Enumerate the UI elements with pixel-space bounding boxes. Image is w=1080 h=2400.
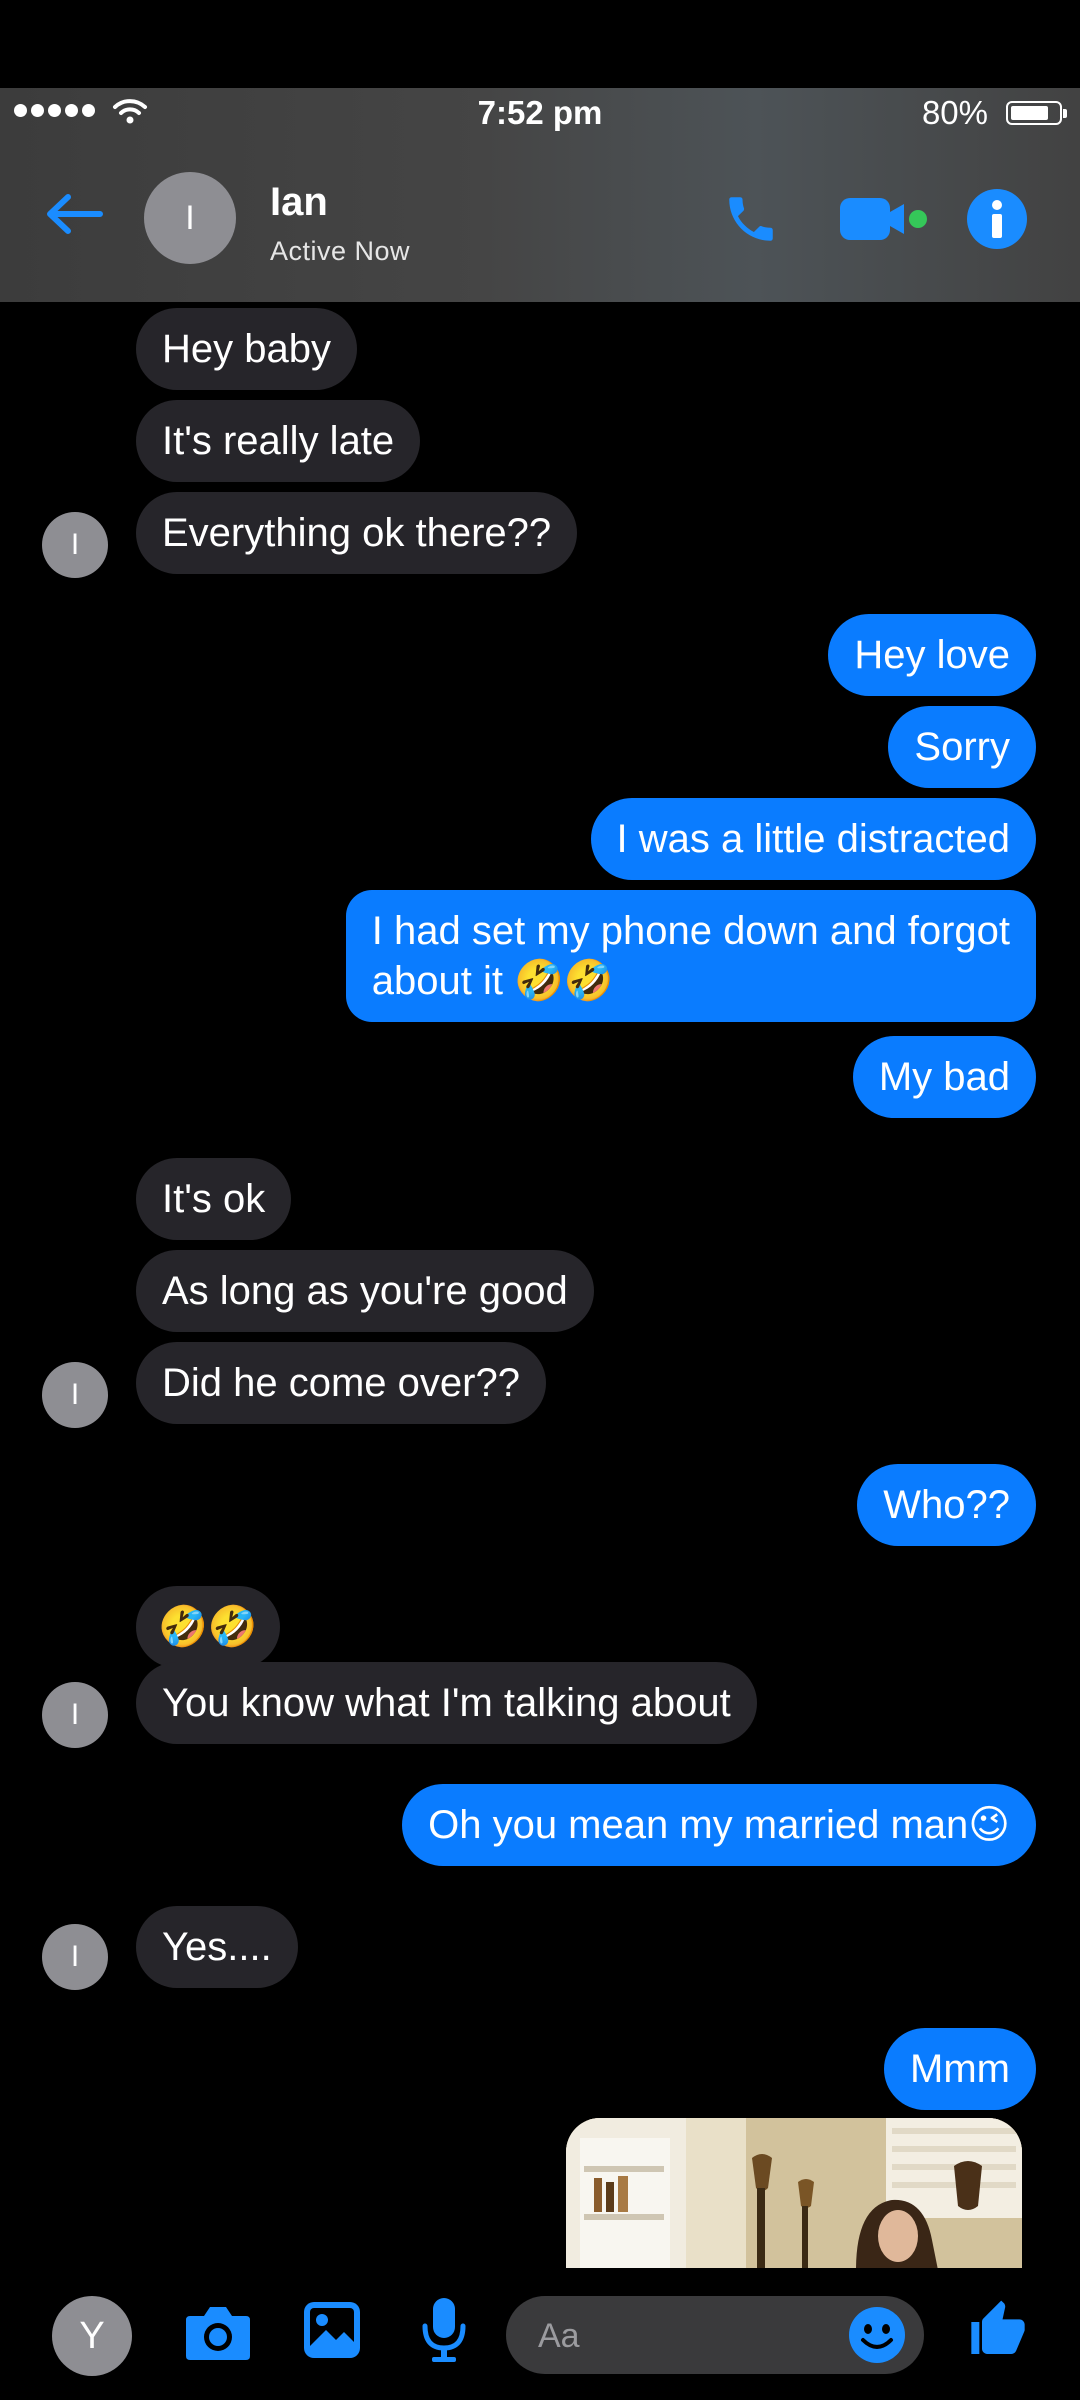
status-bar: 7:52 pm 80% (0, 88, 1080, 138)
my-avatar[interactable]: Y (52, 2296, 132, 2376)
received-message[interactable]: It's ok (136, 1158, 292, 1240)
message-line: about it 🤣🤣 (371, 959, 614, 1003)
sent-message[interactable]: Sorry (888, 706, 1036, 788)
message-input[interactable] (536, 2296, 840, 2376)
received-message[interactable]: You know what I'm talking about (136, 1662, 757, 1744)
sent-message[interactable]: Oh you mean my married man😉 (402, 1784, 1036, 1866)
contact-status: Active Now (270, 236, 411, 266)
sender-avatar[interactable]: I (42, 1362, 108, 1428)
chat-header: 7:52 pm 80% I Ian Active Now (0, 88, 1080, 302)
received-message[interactable]: Yes.... (136, 1906, 298, 1988)
contact-name[interactable]: Ian (270, 180, 328, 225)
sent-message[interactable]: I was a little distracted (590, 798, 1036, 880)
emoji-icon[interactable] (848, 2306, 906, 2364)
message-input-box[interactable] (506, 2296, 924, 2376)
camera-icon[interactable] (184, 2302, 252, 2362)
sent-message[interactable]: My bad (852, 1036, 1036, 1118)
microphone-icon[interactable] (420, 2296, 468, 2364)
received-message[interactable]: As long as you're good (136, 1250, 594, 1332)
received-message[interactable]: Everything ok there?? (136, 492, 578, 574)
received-message[interactable]: 🤣🤣 (136, 1586, 280, 1668)
received-message[interactable]: Hey baby (136, 308, 357, 390)
sent-message[interactable]: Hey love (828, 614, 1036, 696)
message-line: I had set my phone down and forgot (371, 909, 1010, 953)
message-list[interactable]: Hey baby It's really late Everything ok … (0, 302, 1080, 2268)
sender-avatar[interactable]: I (42, 1924, 108, 1990)
received-message[interactable]: Did he come over?? (136, 1342, 546, 1424)
sender-avatar[interactable]: I (42, 512, 108, 578)
status-time: 7:52 pm (477, 94, 603, 131)
contact-avatar[interactable]: I (144, 172, 236, 264)
info-icon[interactable] (966, 188, 1028, 250)
gallery-icon[interactable] (302, 2300, 362, 2360)
battery-icon (1006, 101, 1067, 125)
battery-percent: 80% (921, 94, 988, 131)
sent-message[interactable]: I had set my phone down and forgot about… (345, 890, 1036, 1022)
sent-message[interactable]: Who?? (857, 1464, 1036, 1546)
video-icon[interactable] (838, 194, 930, 244)
sent-photo[interactable] (566, 2118, 1022, 2268)
composer-bar: Y (0, 2268, 1080, 2400)
received-message[interactable]: It's really late (136, 400, 421, 482)
sent-message[interactable]: Mmm (884, 2028, 1036, 2110)
photo-image (566, 2118, 1022, 2268)
sender-avatar[interactable]: I (42, 1682, 108, 1748)
back-arrow-icon[interactable] (44, 192, 104, 236)
phone-icon[interactable] (722, 190, 780, 248)
top-bar-background (0, 0, 1080, 88)
like-icon[interactable] (966, 2298, 1030, 2362)
